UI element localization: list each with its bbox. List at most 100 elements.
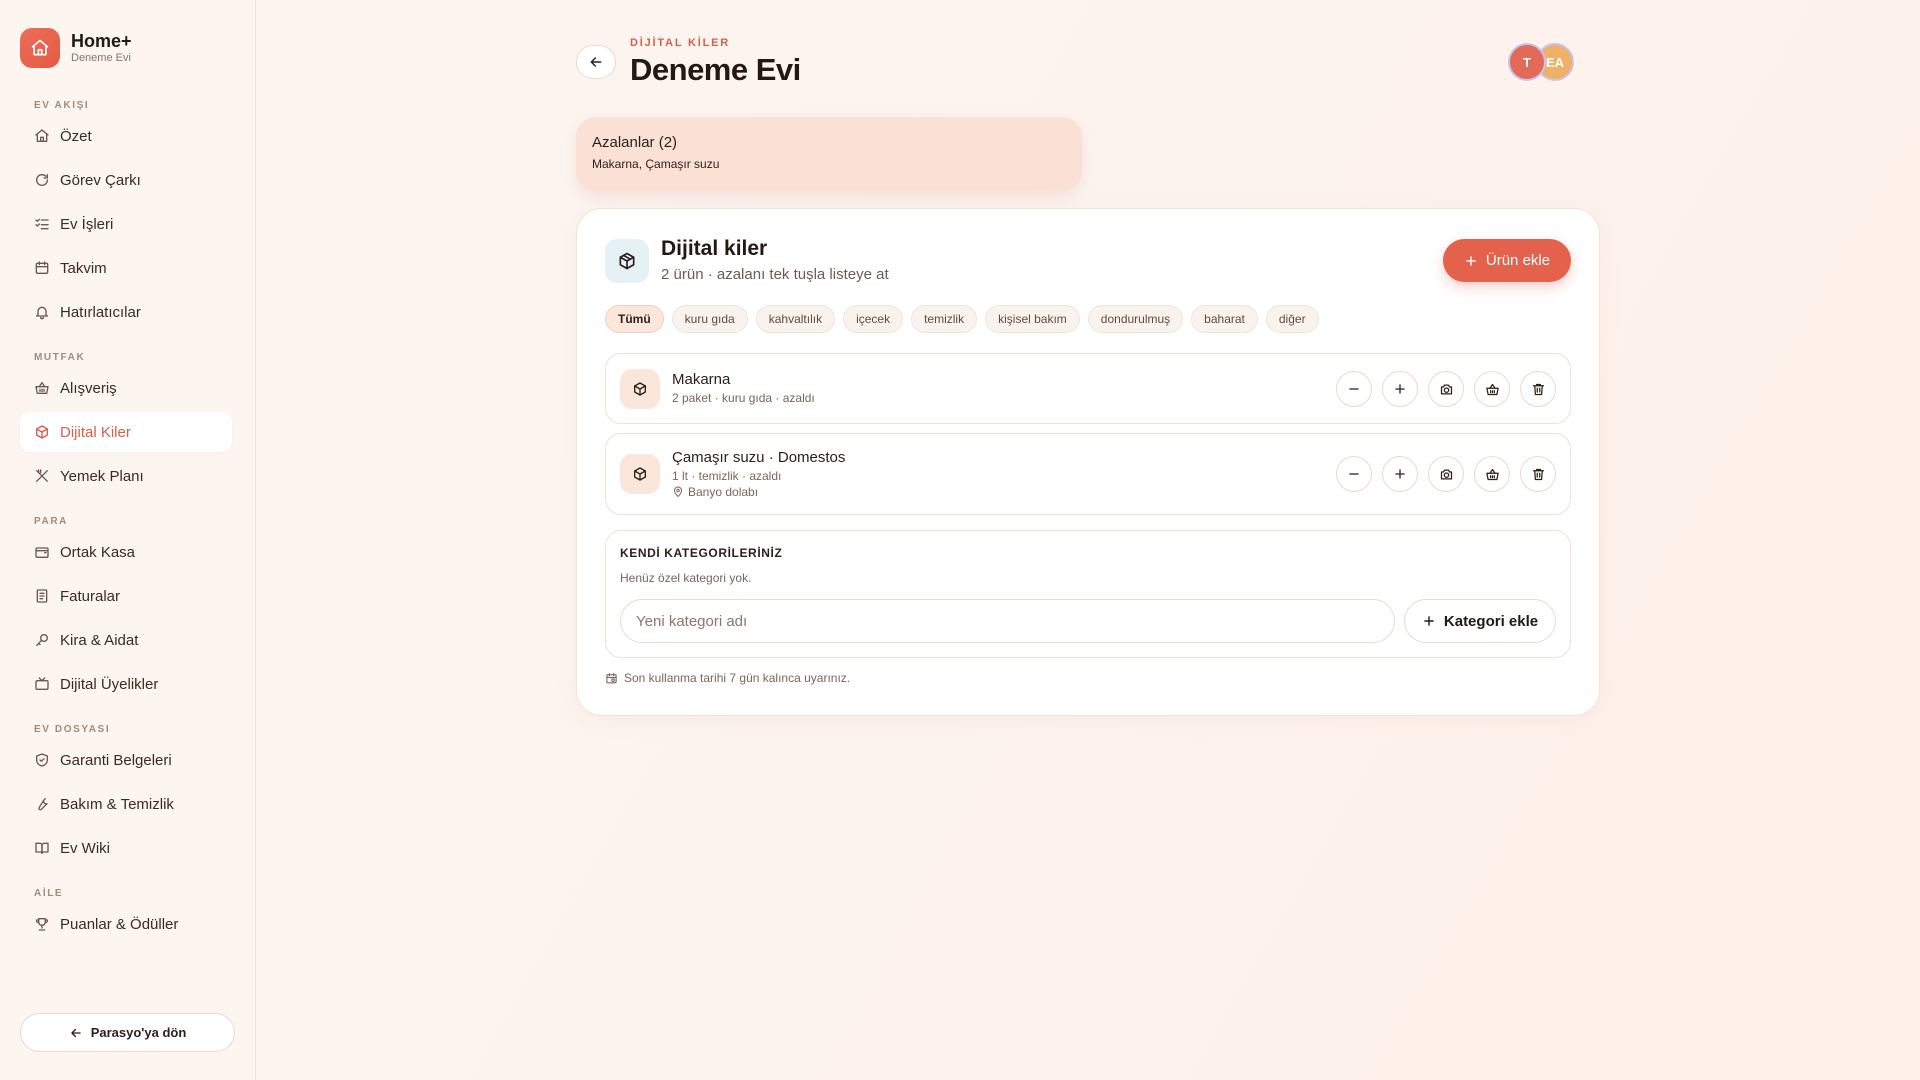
sidebar-item-label: Takvim [60, 259, 107, 277]
category-filters: Tümü kuru gıda kahvaltılık içecek temizl… [605, 305, 1319, 333]
decrease-button[interactable] [1336, 456, 1372, 492]
filter-chip-temizlik[interactable]: temizlik [911, 305, 978, 333]
increase-button[interactable] [1382, 371, 1418, 407]
trophy-icon [35, 918, 49, 931]
sidebar-item-garanti-belgeleri[interactable]: Garanti Belgeleri [20, 740, 232, 780]
plus-icon [1395, 384, 1405, 394]
delete-button[interactable] [1520, 456, 1556, 492]
page-title: Deneme Evi [630, 52, 801, 87]
sidebar-item-gorev-carki[interactable]: Görev Çarkı [20, 160, 232, 200]
trash-icon [1532, 383, 1544, 395]
sidebar-item-label: Puanlar & Ödüller [60, 915, 179, 933]
sidebar-item-faturalar[interactable]: Faturalar [20, 576, 232, 616]
item-name: Makarna [672, 371, 731, 388]
sidebar-item-label: Alışveriş [60, 379, 117, 397]
low-stock-items: Makarna, Çamaşır suzu [592, 157, 720, 171]
sidebar-item-dijital-uyelikler[interactable]: Dijital Üyelikler [20, 664, 232, 704]
photo-button[interactable] [1428, 456, 1464, 492]
item-meta: 2 paket · kuru gıda · azaldı [672, 391, 815, 405]
sidebar-item-ev-wiki[interactable]: Ev Wiki [20, 828, 232, 868]
filter-chip-kahvaltilik[interactable]: kahvaltılık [755, 305, 836, 333]
plus-icon [1466, 255, 1476, 266]
filter-chip-baharat[interactable]: baharat [1191, 305, 1258, 333]
increase-button[interactable] [1382, 456, 1418, 492]
nav-section-title: AİLE [34, 888, 64, 899]
sidebar-item-label: Dijital Kiler [60, 423, 131, 441]
calendar-clock-icon [606, 672, 617, 683]
sidebar-item-takvim[interactable]: Takvim [20, 248, 232, 288]
filter-chip-kisisel-bakim[interactable]: kişisel bakım [985, 305, 1080, 333]
app-subtitle: Deneme Evi [71, 52, 131, 64]
sidebar-item-dijital-kiler[interactable]: Dijital Kiler [20, 412, 232, 452]
new-category-input[interactable] [620, 599, 1395, 643]
camera-icon [1440, 469, 1452, 479]
sidebar-item-label: Ev Wiki [60, 839, 110, 857]
key-icon [36, 634, 48, 646]
filter-chip-dondurulmus[interactable]: dondurulmuş [1087, 305, 1184, 333]
item-location-label: Banyo dolabı [688, 485, 759, 499]
filter-chip-icecek[interactable]: içecek [843, 305, 904, 333]
sidebar-item-ortak-kasa[interactable]: Ortak Kasa [20, 532, 232, 572]
calendar-icon [35, 261, 49, 274]
item-name: Çamaşır suzu · Domestos [672, 449, 846, 466]
sidebar-item-label: Dijital Üyelikler [60, 675, 159, 693]
sidebar-item-alisveris[interactable]: Alışveriş [20, 368, 232, 408]
page-header: DİJİTAL KİLER Deneme Evi T EA [576, 36, 1600, 92]
nav-section-title: PARA [34, 516, 68, 527]
add-category-button[interactable]: Kategori ekle [1404, 599, 1556, 643]
package-icon [620, 369, 660, 409]
sidebar-item-label: Bakım & Temizlik [60, 795, 174, 813]
nav-section-title: EV DOSYASI [34, 724, 111, 735]
brand[interactable]: Home+ Deneme Evi [20, 28, 132, 68]
sidebar-item-label: Hatırlatıcılar [60, 303, 141, 321]
sidebar-item-ev-isleri[interactable]: Ev İşleri [20, 204, 232, 244]
sidebar: Home+ Deneme Evi EV AKIŞI Özet Görev Çar… [0, 0, 256, 1080]
minus-icon [1349, 388, 1359, 390]
sidebar-item-label: Yemek Planı [60, 467, 144, 485]
arrow-left-icon [590, 57, 602, 67]
home-logo-icon [20, 28, 60, 68]
sidebar-item-bakim-temizlik[interactable]: Bakım & Temizlik [20, 784, 232, 824]
add-to-shopping-button[interactable] [1474, 371, 1510, 407]
add-to-shopping-button[interactable] [1474, 456, 1510, 492]
refresh-icon [36, 174, 48, 186]
pantry-panel: Dijital kiler 2 ürün · azalanı tek tuşla… [576, 208, 1600, 716]
checklist-icon [35, 218, 49, 230]
back-button[interactable] [576, 45, 616, 79]
sidebar-item-ozet[interactable]: Özet [20, 116, 232, 156]
custom-categories-title: KENDİ KATEGORİLERİNİZ [620, 546, 783, 560]
home-icon [35, 129, 49, 142]
pantry-item-row: Makarna 2 paket · kuru gıda · azaldı [605, 353, 1571, 424]
add-product-button[interactable]: Ürün ekle [1443, 239, 1571, 282]
low-stock-card[interactable]: Azalanlar (2) Makarna, Çamaşır suzu [576, 117, 1082, 191]
delete-button[interactable] [1520, 371, 1556, 407]
panel-title: Dijital kiler [661, 237, 768, 260]
shield-icon [36, 753, 48, 767]
minus-icon [1349, 473, 1359, 475]
add-category-label: Kategori ekle [1443, 612, 1539, 630]
item-meta: 1 lt · temizlik · azaldı [672, 469, 782, 483]
decrease-button[interactable] [1336, 371, 1372, 407]
photo-button[interactable] [1428, 371, 1464, 407]
sidebar-item-label: Kira & Aidat [60, 631, 139, 649]
sidebar-item-label: Ev İşleri [60, 215, 114, 233]
sidebar-item-yemek-plani[interactable]: Yemek Planı [20, 456, 232, 496]
sidebar-item-puanlar-oduller[interactable]: Puanlar & Ödüller [20, 904, 232, 944]
app-name: Home+ [71, 31, 132, 51]
receipt-icon [36, 589, 48, 603]
filter-chip-diger[interactable]: diğer [1265, 305, 1319, 333]
sidebar-item-kira-aidat[interactable]: Kira & Aidat [20, 620, 232, 660]
item-location: Banyo dolabı [672, 484, 845, 500]
filter-chip-tumu[interactable]: Tümü [605, 305, 664, 333]
sidebar-item-label: Garanti Belgeleri [60, 751, 172, 769]
member-avatars[interactable]: T EA [1508, 43, 1574, 81]
back-to-parasyo-button[interactable]: Parasyo'ya dön [20, 1013, 235, 1052]
wallet-icon [35, 547, 49, 558]
bell-icon [36, 306, 48, 320]
sidebar-item-label: Görev Çarkı [60, 171, 141, 189]
sidebar-item-hatirlaticilar[interactable]: Hatırlatıcılar [20, 292, 232, 332]
page-eyebrow: DİJİTAL KİLER [630, 37, 730, 49]
item-actions [1336, 371, 1556, 407]
filter-chip-kuru-gida[interactable]: kuru gıda [671, 305, 748, 333]
avatar[interactable]: T [1508, 43, 1546, 81]
